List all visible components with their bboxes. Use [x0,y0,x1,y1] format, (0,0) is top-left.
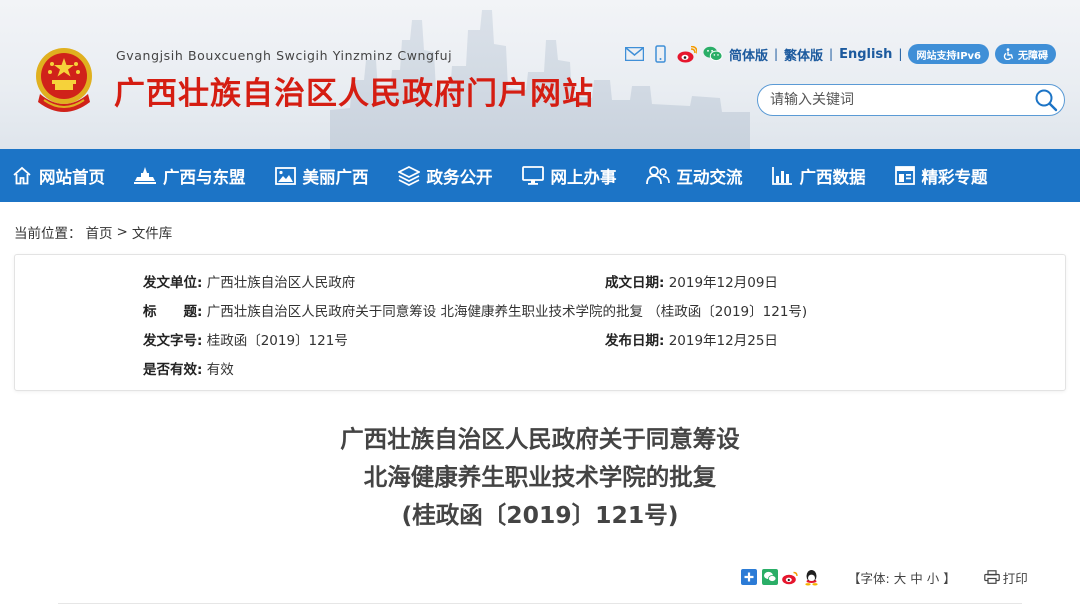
share-qq-icon[interactable] [803,569,820,586]
site-header: Gvangjsih Bouxcuengh Swcigih Yinzminz Cw… [0,0,1080,149]
nav-item-label: 互动交流 [676,167,743,187]
info-publish-date: 发布日期: 2019年12月25日 [605,329,778,349]
share-more-icon[interactable] [740,569,757,586]
date-created-value: 2019年12月09日 [668,275,778,291]
monument-icon [134,167,156,184]
nav-item-label: 网上办事 [550,167,617,187]
title-label: 标 题: [143,304,203,320]
ipv6-badge[interactable]: 网站支持IPv6 [908,44,989,64]
traditional-chinese-link[interactable]: 繁体版 [784,45,823,64]
print-label: 打印 [1002,570,1028,586]
font-size-small[interactable]: 小 [927,568,940,587]
accessibility-button[interactable]: 无障碍 [995,44,1056,64]
info-issuer: 发文单位: 广西壮族自治区人民政府 [143,271,355,291]
accessibility-label: 无障碍 [1018,50,1048,62]
monitor-icon [521,166,544,185]
share-weibo-icon[interactable] [782,569,799,586]
font-size-control: 【字体: 大 中 小 】 [848,568,956,587]
layers-icon [397,165,420,186]
breadcrumb: 当前位置： 首页 > 文件库 [14,222,172,242]
nav-item-government-affairs[interactable]: 政务公开 [397,164,493,188]
english-link[interactable]: English [839,47,892,62]
breadcrumb-arrow: > [116,224,128,240]
email-icon[interactable] [625,45,645,63]
nav-item-label: 广西数据 [799,167,866,187]
nav-item-special-topics[interactable]: 精彩专题 [894,164,988,188]
date-created-label: 成文日期: [605,275,665,291]
nav-item-asean[interactable]: 广西与东盟 [134,164,246,188]
users-icon [645,166,670,185]
doc-number-value: 桂政函〔2019〕121号 [206,333,348,349]
print-button[interactable]: 打印 [983,568,1028,587]
simplified-chinese-link[interactable]: 简体版 [729,45,768,64]
weibo-icon[interactable] [677,45,697,63]
breadcrumb-current[interactable]: 文件库 [132,222,173,242]
picture-icon [274,166,296,185]
validity-label: 是否有效: [143,362,203,378]
info-doc-number: 发文字号: 桂政函〔2019〕121号 [143,329,348,349]
article-title-line-3: (桂政函〔2019〕121号) [401,501,679,529]
topic-icon [894,166,915,185]
separator: | [773,47,778,61]
breadcrumb-home-link[interactable]: 首页 [86,222,113,242]
nav-item-label: 政务公开 [426,167,493,187]
wechat-icon[interactable] [703,45,723,63]
article-title-line-2: 北海健康养生职业技术学院的批复 [363,463,717,491]
bar-chart-icon [771,167,792,185]
font-size-label: 【字体: [848,570,890,586]
nav-item-guangxi-data[interactable]: 广西数据 [771,164,866,188]
main-nav: 网站首页 广西与东盟 美丽广西 政务公开 网上办事 互动交流 广西数据 精彩专题 [0,149,1080,202]
article-title: 广西壮族自治区人民政府关于同意筹设 北海健康养生职业技术学院的批复 (桂政函〔2… [0,420,1080,534]
ipv6-badge-label: 网站支持IPv6 [916,50,981,62]
title-value: 广西壮族自治区人民政府关于同意筹设 北海健康养生职业技术学院的批复 （桂政函〔2… [206,304,808,320]
doc-number-label: 发文字号: [143,333,203,349]
breadcrumb-prefix: 当前位置： [14,226,82,242]
info-date-created: 成文日期: 2019年12月09日 [605,271,778,291]
publish-date-value: 2019年12月25日 [668,333,778,349]
separator: | [829,47,834,61]
share-wechat-icon[interactable] [761,569,778,586]
national-emblem-logo [36,48,92,112]
separator: | [898,47,903,61]
search-box [757,84,1065,116]
issuer-label: 发文单位: [143,275,203,291]
info-validity: 是否有效: 有效 [143,358,234,378]
search-icon [1035,89,1058,112]
mobile-icon[interactable] [651,45,671,63]
nav-item-beautiful-guangxi[interactable]: 美丽广西 [274,164,369,188]
nav-item-label: 精彩专题 [921,167,988,187]
search-button[interactable] [1028,85,1064,115]
font-size-medium[interactable]: 中 [910,568,923,587]
article-title-line-1: 广西壮族自治区人民政府关于同意筹设 [340,425,740,453]
header-toolbar: 简体版 | 繁体版 | English | 网站支持IPv6 无障碍 [625,44,1056,64]
article-tools-bar: 【字体: 大 中 小 】 打印 [740,566,1028,588]
search-input[interactable] [770,86,1028,114]
document-info-box: 发文单位: 广西壮族自治区人民政府 成文日期: 2019年12月09日 标 题:… [14,254,1066,391]
nav-item-label: 美丽广西 [302,167,369,187]
site-title[interactable]: 广西壮族自治区人民政府门户网站 [114,68,594,113]
validity-value: 有效 [206,362,234,378]
site-pinyin-name: Gvangjsih Bouxcuengh Swcigih Yinzminz Cw… [116,48,453,63]
home-icon [13,166,31,185]
nav-item-label: 网站首页 [39,167,105,187]
content-divider [58,603,1022,604]
nav-item-interaction[interactable]: 互动交流 [645,164,743,188]
nav-item-online-services[interactable]: 网上办事 [521,164,617,188]
printer-icon [983,570,1000,584]
publish-date-label: 发布日期: [605,333,665,349]
nav-item-label: 广西与东盟 [163,167,246,187]
font-size-close-bracket: 】 [943,570,956,586]
nav-item-home[interactable]: 网站首页 [12,164,105,188]
wheelchair-icon [1003,48,1014,60]
info-title: 标 题: 广西壮族自治区人民政府关于同意筹设 北海健康养生职业技术学院的批复 （… [143,300,807,320]
issuer-value: 广西壮族自治区人民政府 [206,275,356,291]
font-size-large[interactable]: 大 [894,568,907,587]
